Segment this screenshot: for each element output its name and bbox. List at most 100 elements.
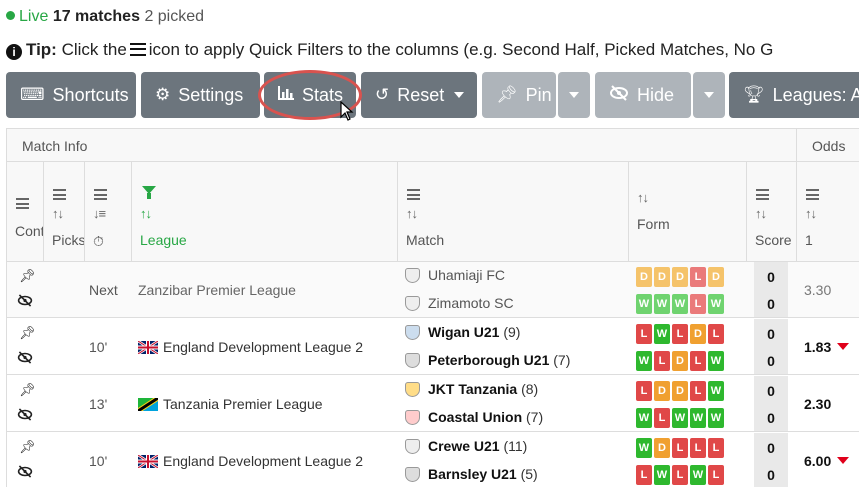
league-label: Zanzibar Premier League: [138, 282, 296, 298]
sort-icon[interactable]: ↑↓: [805, 206, 817, 221]
home-team[interactable]: Uhamiaji FC: [405, 267, 505, 283]
form-badge: D: [708, 267, 724, 287]
header-match[interactable]: ↑↓ Match: [397, 162, 628, 262]
form-badge: W: [708, 381, 724, 401]
sort-icon[interactable]: ↑↓: [406, 206, 418, 221]
header-odds-1[interactable]: ↑↓ 1: [796, 162, 859, 262]
sort-icon[interactable]: ↑↓: [140, 206, 152, 221]
filter-icon[interactable]: [142, 186, 156, 199]
form-badge: L: [690, 267, 706, 287]
pin-row-icon[interactable]: 📌︎: [19, 439, 36, 455]
team-crest-icon: [405, 410, 420, 425]
tip-label: Tip:: [26, 40, 57, 59]
tip-text-before: Click the: [61, 40, 127, 59]
table-row[interactable]: 📌︎ 13' Tanzania Premier League JKT Tanza…: [7, 376, 859, 432]
away-count: (7): [526, 409, 544, 425]
leagues-button[interactable]: 🏆︎ Leagues: Al: [729, 72, 859, 118]
away-team[interactable]: Zimamoto SC: [405, 295, 514, 311]
table-row[interactable]: 📌︎ 10' England Development League 2 Crew…: [7, 433, 859, 487]
chevron-down-icon: [704, 92, 714, 98]
table-row[interactable]: 📌︎ Next Zanzibar Premier League Uhamiaji…: [7, 262, 859, 318]
odds-value[interactable]: 6.00: [804, 453, 850, 469]
odds-value[interactable]: 1.83: [804, 339, 850, 355]
tip-banner: i Tip: Click the icon to apply Quick Filte…: [6, 40, 773, 60]
odds-value[interactable]: 3.30: [804, 282, 831, 298]
match-time: 13': [89, 396, 108, 412]
pin-dropdown-button[interactable]: [558, 72, 590, 118]
pin-label: Pin: [525, 84, 552, 105]
column-menu-icon[interactable]: [16, 198, 29, 209]
table-row[interactable]: 📌︎ 10' England Development League 2 Wiga…: [7, 319, 859, 375]
leagues-label: Leagues: Al: [772, 84, 859, 105]
header-form[interactable]: ↑↓ Form: [628, 162, 746, 262]
home-team[interactable]: Wigan U21 (9): [405, 324, 520, 340]
pin-row-icon[interactable]: 📌︎: [19, 325, 36, 341]
hide-dropdown-button[interactable]: [693, 72, 725, 118]
form-badge: W: [708, 294, 724, 314]
header-time[interactable]: ↓≡ ⏱: [84, 162, 131, 262]
form-badge: W: [672, 294, 688, 314]
form-badge: L: [672, 438, 688, 458]
hide-button[interactable]: Hide: [595, 72, 691, 118]
score-home: 0: [767, 269, 775, 285]
header-league-label: League: [140, 232, 187, 248]
form-badge: W: [708, 408, 724, 428]
league-name: England Development League 2: [138, 453, 363, 469]
settings-button[interactable]: ⚙ Settings: [141, 72, 260, 118]
sort-icon[interactable]: ↑↓: [52, 206, 64, 221]
away-team[interactable]: Barnsley U21 (5): [405, 466, 538, 482]
column-menu-icon[interactable]: [756, 189, 769, 200]
header-score[interactable]: ↑↓ Score: [746, 162, 796, 262]
odds-value[interactable]: 2.30: [804, 396, 831, 412]
form-badge: W: [636, 351, 652, 371]
sort-icon[interactable]: ↑↓: [755, 206, 767, 221]
league-label: Tanzania Premier League: [163, 396, 323, 412]
header-picks[interactable]: ↑↓ Picks: [43, 162, 84, 262]
team-crest-icon: [405, 268, 420, 283]
sort-desc-icon[interactable]: ↓≡: [93, 206, 106, 221]
form-badge: W: [636, 438, 652, 458]
column-menu-icon[interactable]: [53, 189, 66, 200]
hide-row-icon[interactable]: [17, 465, 33, 481]
form-badge: W: [654, 294, 670, 314]
hide-row-icon[interactable]: [17, 294, 33, 310]
home-form: LWLDL: [636, 324, 724, 344]
pin-button[interactable]: 📌︎ Pin: [482, 72, 556, 118]
shortcuts-button[interactable]: ⌨ Shortcuts: [6, 72, 136, 118]
column-menu-icon[interactable]: [806, 189, 819, 200]
live-status: Live 17 matches 2 picked: [6, 8, 204, 26]
team-crest-icon: [405, 296, 420, 311]
away-form: WLDLW: [636, 351, 724, 371]
away-form: WLWWW: [636, 408, 724, 428]
score-away: 0: [767, 353, 775, 369]
sort-icon[interactable]: ↑↓: [637, 190, 649, 205]
hide-row-icon[interactable]: [17, 408, 33, 424]
home-team[interactable]: Crewe U21 (11): [405, 438, 527, 454]
team-crest-icon: [405, 325, 420, 340]
form-badge: W: [690, 408, 706, 428]
gear-icon: ⚙: [155, 85, 171, 104]
header-cont-label: Cont: [15, 223, 43, 239]
mouse-cursor-icon: [340, 101, 354, 121]
home-form: WDLLL: [636, 438, 724, 458]
column-menu-icon[interactable]: [94, 189, 107, 200]
pin-row-icon[interactable]: 📌︎: [19, 268, 36, 284]
live-label: Live: [19, 8, 49, 25]
home-team[interactable]: JKT Tanzania (8): [405, 381, 538, 397]
away-team[interactable]: Peterborough U21 (7): [405, 352, 570, 368]
pin-row-icon[interactable]: 📌︎: [19, 382, 36, 398]
away-form: LWLWL: [636, 465, 724, 485]
away-team[interactable]: Coastal Union (7): [405, 409, 543, 425]
form-badge: W: [636, 294, 652, 314]
form-badge: D: [654, 267, 670, 287]
form-badge: D: [636, 267, 652, 287]
header-cont[interactable]: Cont: [7, 162, 43, 262]
column-menu-icon[interactable]: [407, 189, 420, 200]
reset-button[interactable]: ↺ Reset: [361, 72, 477, 118]
away-count: (7): [553, 352, 571, 368]
pin-icon: 📌︎: [496, 85, 518, 104]
hide-row-icon[interactable]: [17, 351, 33, 367]
form-badge: D: [672, 381, 688, 401]
score-home: 0: [767, 326, 775, 342]
header-league[interactable]: ↑↓ League: [131, 162, 397, 262]
